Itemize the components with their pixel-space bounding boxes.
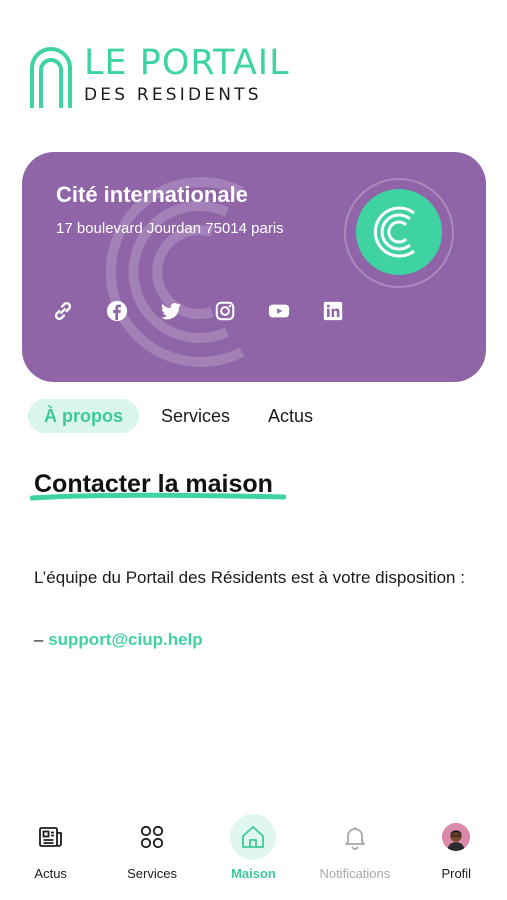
- tab-a-propos[interactable]: À propos: [28, 399, 139, 433]
- app-logo: LE PORTAIL DES RESIDENTS: [28, 44, 290, 108]
- house-icon: [242, 826, 265, 848]
- nav-label-profil: Profil: [441, 866, 472, 881]
- email-dash: –: [34, 630, 44, 649]
- bell-icon: [344, 827, 365, 850]
- house-tabs: À propos Services Actus: [28, 399, 335, 433]
- tab-services[interactable]: Services: [145, 399, 246, 433]
- contact-email-line: – support@ciup.help: [34, 626, 203, 654]
- nav-item-maison[interactable]: Maison: [203, 808, 304, 900]
- facebook-icon[interactable]: [106, 300, 128, 322]
- grid-circles-icon: [140, 825, 164, 849]
- youtube-icon[interactable]: [268, 300, 290, 322]
- contact-intro-text: L’équipe du Portail des Résidents est à …: [34, 568, 465, 587]
- ciup-c-logo-icon: [356, 189, 442, 275]
- nav-item-profil[interactable]: Profil: [406, 808, 507, 900]
- tab-actus[interactable]: Actus: [252, 399, 329, 433]
- link-icon[interactable]: [52, 300, 74, 322]
- support-email-link[interactable]: support@ciup.help: [48, 630, 202, 649]
- nav-item-notifications[interactable]: Notifications: [304, 808, 405, 900]
- nav-label-notifications: Notifications: [319, 866, 391, 881]
- section-title: Contacter la maison: [34, 470, 273, 498]
- logo-subtitle: DES RESIDENTS: [84, 85, 262, 105]
- arch-logo-icon: [30, 47, 72, 108]
- newspaper-icon: [38, 827, 62, 847]
- profile-avatar: [442, 823, 471, 851]
- nav-item-services[interactable]: Services: [102, 808, 203, 900]
- nav-label-maison: Maison: [231, 866, 276, 881]
- logo-title: LE PORTAIL: [84, 43, 290, 83]
- instagram-icon[interactable]: [214, 300, 236, 322]
- house-card: Cité internationale 17 boulevard Jourdan…: [22, 152, 486, 382]
- bottom-nav: Actus Services Maison Notifications Prof…: [0, 808, 507, 900]
- nav-label-actus: Actus: [34, 866, 67, 881]
- twitter-icon[interactable]: [160, 300, 182, 322]
- house-name: Cité internationale: [56, 182, 248, 207]
- linkedin-icon[interactable]: [322, 300, 344, 322]
- nav-label-services: Services: [127, 866, 177, 881]
- social-links: [52, 300, 344, 322]
- nav-item-actus[interactable]: Actus: [0, 808, 101, 900]
- house-address: 17 boulevard Jourdan 75014 paris: [56, 220, 284, 237]
